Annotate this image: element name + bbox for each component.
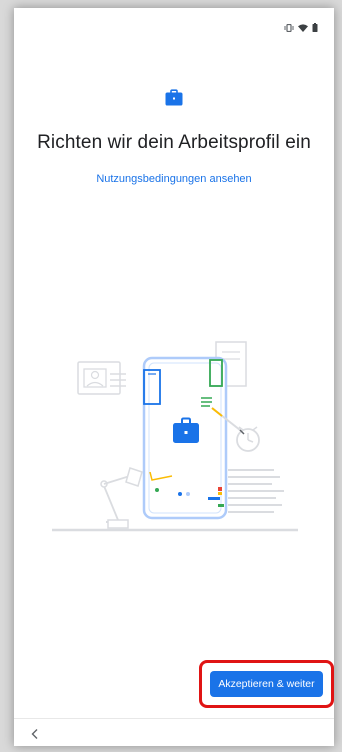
status-bar [14,8,334,44]
battery-icon [312,23,318,32]
briefcase-icon [164,88,184,108]
work-profile-illustration [46,326,306,540]
nav-divider [14,718,334,719]
page-title: Richten wir dein Arbeitsprofil ein [37,132,311,153]
chevron-left-icon[interactable] [30,727,40,739]
setup-screen: Richten wir dein Arbeitsprofil ein Nutzu… [14,8,334,746]
status-icons [284,23,318,32]
accept-button-highlight: Akzeptieren & weiter [199,660,334,708]
terms-link[interactable]: Nutzungsbedingungen ansehen [14,173,334,185]
vibrate-icon [284,23,294,32]
accept-continue-button[interactable]: Akzeptieren & weiter [210,671,323,697]
wifi-icon [298,23,308,32]
